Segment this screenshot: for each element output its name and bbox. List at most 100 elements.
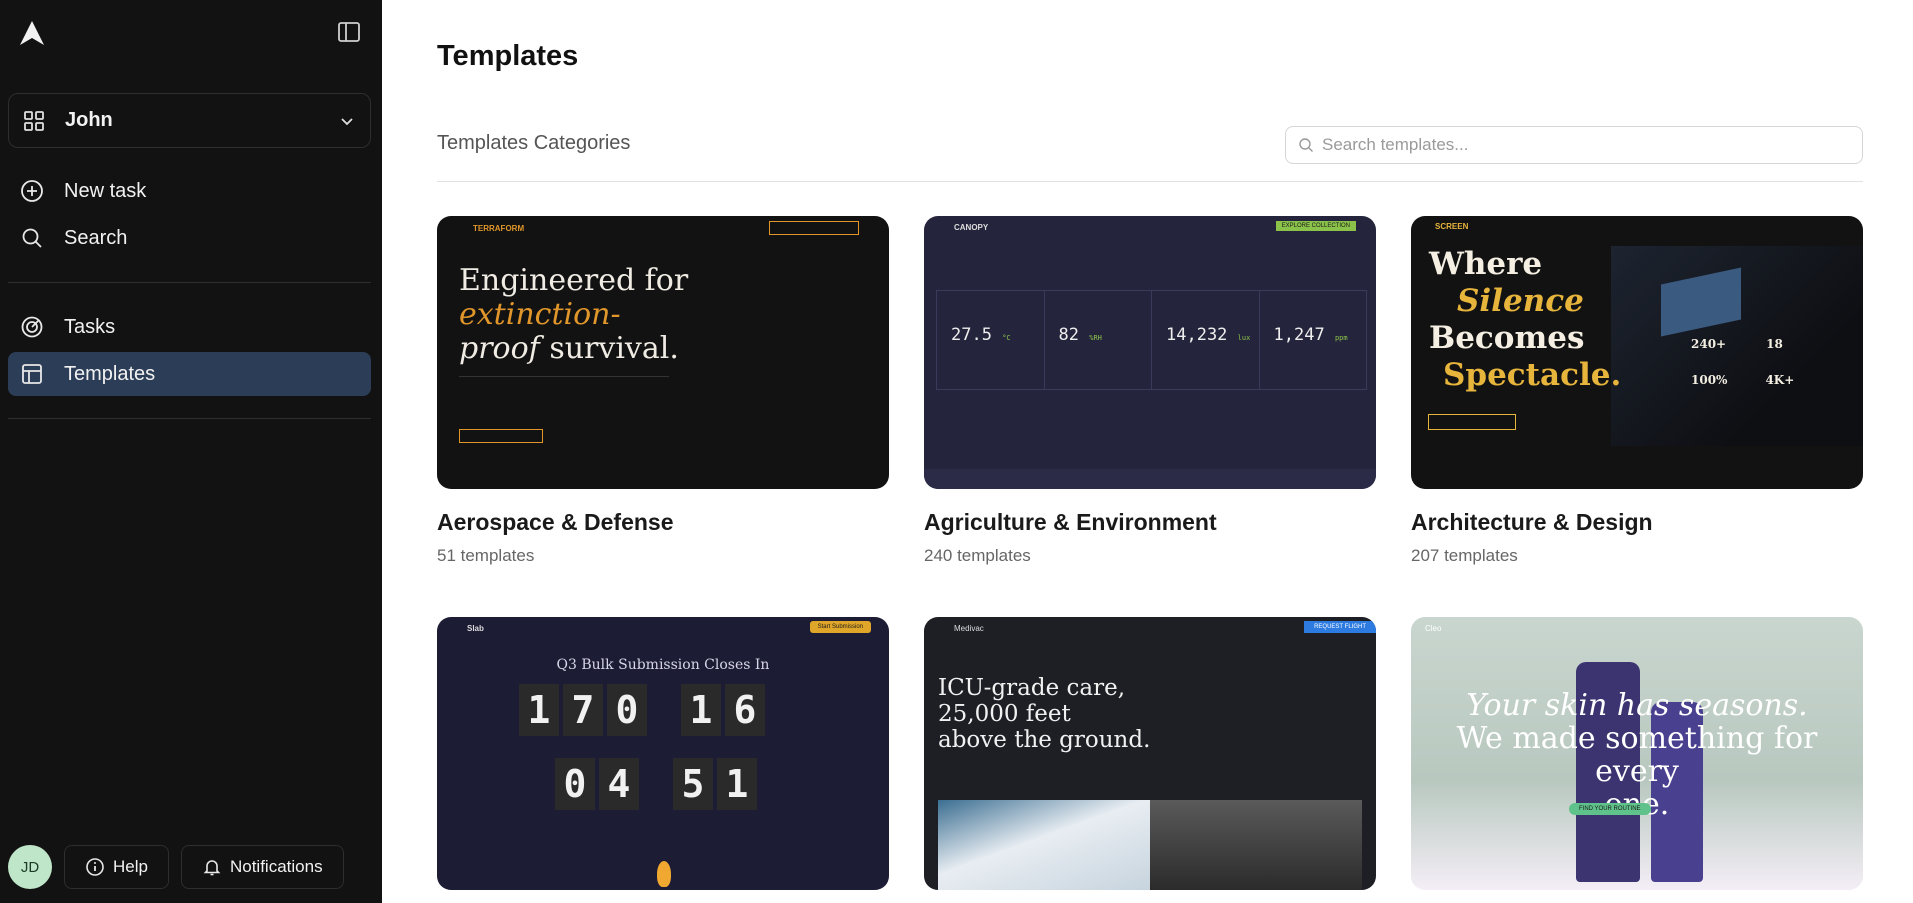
thumb-cta: EXPLORE COLLECTION xyxy=(1275,221,1356,231)
new-task-label: New task xyxy=(64,179,147,202)
thumb-cta: Start Submission xyxy=(809,621,871,633)
workspace-selector[interactable]: John xyxy=(8,93,371,148)
grid-icon xyxy=(24,110,44,131)
stat-unit: %RH xyxy=(1089,334,1102,342)
template-search[interactable] xyxy=(1285,126,1863,164)
stat-value: 1,247 xyxy=(1273,325,1325,345)
tasks-label: Tasks xyxy=(64,315,116,338)
thumb-photo-left xyxy=(938,800,1150,890)
template-card[interactable]: TERRAFORM Engineered for extinction- pro… xyxy=(437,216,889,566)
sidebar: John New task Search Tasks Templates JD … xyxy=(0,0,382,903)
layout-icon xyxy=(20,362,44,386)
countdown-digit: 4 xyxy=(599,758,639,810)
avatar[interactable]: JD xyxy=(8,845,52,889)
help-label: Help xyxy=(113,857,148,876)
search-input[interactable] xyxy=(1322,135,1850,155)
thumb-brand: TERRAFORM xyxy=(473,224,525,233)
sidebar-item-templates[interactable]: Templates xyxy=(8,352,371,396)
countdown-digit: 1 xyxy=(717,758,757,810)
chevron-down-icon xyxy=(341,117,353,125)
search-icon xyxy=(20,226,44,250)
thumb-headline: Where xyxy=(1429,246,1543,282)
template-thumbnail: Slab Start Submission Q3 Bulk Submission… xyxy=(437,617,889,890)
template-card[interactable]: CANOPY EXPLORE COLLECTION 27.5 °C 82 %RH… xyxy=(924,216,1376,566)
new-task-button[interactable]: New task xyxy=(8,169,371,213)
thumb-cta: REQUEST FLIGHT xyxy=(1304,621,1376,633)
countdown-digit: 1 xyxy=(519,684,559,736)
stat-value: 82 xyxy=(1058,325,1079,345)
thumb-cta xyxy=(769,221,859,235)
stat-unit: °C xyxy=(1002,334,1011,342)
sidebar-toggle-icon[interactable] xyxy=(336,20,362,44)
template-card[interactable]: Medivac REQUEST FLIGHT ICU-grade care, 2… xyxy=(924,617,1376,890)
thumb-headline: We made something for every xyxy=(1456,721,1818,789)
countdown-digit: 0 xyxy=(607,684,647,736)
notifications-button[interactable]: Notifications xyxy=(180,845,344,889)
main-content: Templates Templates Categories TERRAFORM… xyxy=(382,0,1913,903)
template-thumbnail: Cleo Your skin has seasons. We made some… xyxy=(1411,617,1863,890)
thumb-stats: 27.5 °C 82 %RH 14,232 lux 1,247 ppm xyxy=(936,290,1367,390)
logo-icon[interactable] xyxy=(18,20,46,46)
template-thumbnail: Medivac REQUEST FLIGHT ICU-grade care, 2… xyxy=(924,617,1376,890)
thumb-headline: Becomes xyxy=(1429,320,1585,356)
thumb-brand: CANOPY xyxy=(954,223,989,232)
thumb-headline: above the ground. xyxy=(938,727,1151,753)
page-title: Templates xyxy=(437,40,579,72)
thumb-headline: proof xyxy=(459,331,540,366)
thumb-headline: Silence xyxy=(1457,283,1584,319)
info-icon xyxy=(86,858,104,876)
sidebar-divider xyxy=(8,418,371,419)
thumb-photo-right xyxy=(1150,800,1362,890)
categories-label: Templates Categories xyxy=(437,132,631,154)
thumb-headline: Q3 Bulk Submission Closes In xyxy=(556,657,770,673)
thumb-brand: SCREEN xyxy=(1435,222,1469,231)
flame-icon xyxy=(657,861,671,887)
countdown-digit: 6 xyxy=(725,684,765,736)
thumb-headline: Spectacle. xyxy=(1443,357,1622,393)
bell-icon xyxy=(203,860,221,876)
thumb-headline: ICU-grade care, xyxy=(938,675,1126,701)
thumb-stat: 240+ xyxy=(1691,337,1727,351)
template-thumbnail: CANOPY EXPLORE COLLECTION 27.5 °C 82 %RH… xyxy=(924,216,1376,489)
card-count: 51 templates xyxy=(437,546,535,565)
template-card[interactable]: SCREEN Where Silence Becomes Spectacle. … xyxy=(1411,216,1863,566)
card-title: Aerospace & Defense xyxy=(437,509,674,535)
stat-value: 14,232 xyxy=(1166,325,1228,345)
thumb-footer xyxy=(924,469,1376,489)
sidebar-item-tasks[interactable]: Tasks xyxy=(8,305,371,349)
thumb-button xyxy=(459,429,543,443)
notifications-label: Notifications xyxy=(229,857,323,876)
thumb-paragraph xyxy=(459,376,669,404)
thumb-headline: Engineered for xyxy=(459,263,689,298)
thumb-stat: 4K+ xyxy=(1765,373,1795,387)
countdown-digit: 1 xyxy=(681,684,721,736)
app-root: John New task Search Tasks Templates JD … xyxy=(0,0,1913,903)
countdown-digit: 7 xyxy=(563,684,603,736)
thumb-headline: extinction- xyxy=(459,297,621,332)
card-count: 240 templates xyxy=(924,546,1031,565)
workspace-name: John xyxy=(65,109,113,131)
content-divider xyxy=(437,181,1863,182)
card-title: Agriculture & Environment xyxy=(924,509,1217,535)
countdown-digit: 5 xyxy=(673,758,713,810)
card-count: 207 templates xyxy=(1411,546,1518,565)
thumb-brand: Medivac xyxy=(954,624,984,633)
search-icon xyxy=(1299,138,1313,152)
countdown-bottom: 0 4 5 1 xyxy=(555,758,757,810)
thumb-brand: Slab xyxy=(467,624,484,633)
thumb-cta: FIND YOUR ROUTINE xyxy=(1569,803,1651,815)
template-card[interactable]: Cleo Your skin has seasons. We made some… xyxy=(1411,617,1863,890)
countdown-digit: 0 xyxy=(555,758,595,810)
template-thumbnail: TERRAFORM Engineered for extinction- pro… xyxy=(437,216,889,489)
template-card[interactable]: Slab Start Submission Q3 Bulk Submission… xyxy=(437,617,889,890)
thumb-button xyxy=(1428,414,1516,430)
thumb-headline: survival. xyxy=(539,331,679,366)
search-nav-button[interactable]: Search xyxy=(8,216,371,260)
thumb-brand: Cleo xyxy=(1425,624,1442,633)
templates-label: Templates xyxy=(64,362,156,385)
stat-unit: lux xyxy=(1237,334,1251,342)
plus-circle-icon xyxy=(20,179,44,203)
stat-value: 27.5 xyxy=(951,325,992,345)
help-button[interactable]: Help xyxy=(64,845,169,889)
card-title: Architecture & Design xyxy=(1411,509,1653,535)
